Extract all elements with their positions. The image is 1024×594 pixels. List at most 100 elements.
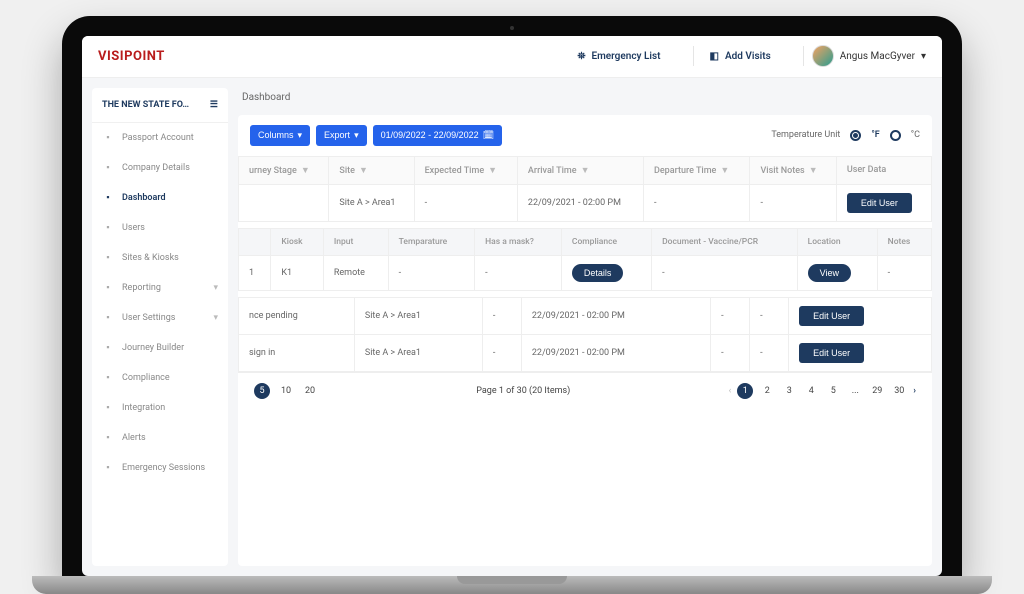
sub-col-header: Input bbox=[323, 228, 388, 255]
page-number[interactable]: 2 bbox=[759, 383, 775, 399]
prev-page-icon[interactable]: ‹ bbox=[729, 386, 732, 396]
cell-action: Edit User bbox=[836, 184, 931, 221]
sidebar-item-compliance[interactable]: ▪Compliance bbox=[92, 363, 228, 393]
details-button[interactable]: Details bbox=[572, 264, 624, 282]
cell-arrival: 22/09/2021 - 02:00 PM bbox=[521, 334, 710, 371]
cell-departure: - bbox=[711, 297, 750, 334]
export-button[interactable]: Export ▾ bbox=[316, 125, 367, 146]
integration-icon: ▪ bbox=[102, 402, 114, 414]
sidebar-item-integration[interactable]: ▪Integration bbox=[92, 393, 228, 423]
user-menu[interactable]: Angus MacGyver ▾ bbox=[812, 45, 926, 67]
bell-icon: ▪ bbox=[102, 432, 114, 444]
col-header[interactable]: Arrival Time▼ bbox=[517, 156, 643, 184]
page-number[interactable]: 1 bbox=[737, 383, 753, 399]
page-size-option[interactable]: 20 bbox=[302, 383, 318, 399]
divider bbox=[803, 46, 804, 66]
chevron-down-icon: ▾ bbox=[213, 283, 218, 293]
cell-input: Remote bbox=[323, 255, 388, 290]
sidebar-item-label: User Settings bbox=[122, 313, 175, 323]
date-range-button[interactable]: 01/09/2022 - 22/09/2022 🗓 bbox=[373, 125, 503, 146]
sub-col-header: Location bbox=[797, 228, 877, 255]
compliance-icon: ▪ bbox=[102, 372, 114, 384]
site-icon: ▪ bbox=[102, 252, 114, 264]
sub-col-header: Has a mask? bbox=[475, 228, 562, 255]
cell-mask: - bbox=[475, 255, 562, 290]
report-icon: ▪ bbox=[102, 282, 114, 294]
sidebar-item-sites-kiosks[interactable]: ▪Sites & Kiosks bbox=[92, 243, 228, 273]
cell-doc: - bbox=[652, 255, 798, 290]
cell-notes: - bbox=[750, 334, 789, 371]
home-icon: ▪ bbox=[102, 192, 114, 204]
radio-c[interactable] bbox=[890, 130, 901, 141]
sidebar-item-users[interactable]: ▪Users bbox=[92, 213, 228, 243]
sidebar-item-label: Journey Builder bbox=[122, 343, 184, 353]
header-label: Site bbox=[339, 166, 355, 176]
add-visits-label: Add Visits bbox=[725, 51, 771, 62]
temp-unit-label: Temperature Unit bbox=[771, 130, 840, 140]
sidebar-item-reporting[interactable]: ▪ Reporting ▾ bbox=[92, 273, 228, 303]
col-header[interactable]: Expected Time▼ bbox=[414, 156, 517, 184]
view-button[interactable]: View bbox=[808, 264, 851, 282]
edit-user-button[interactable]: Edit User bbox=[799, 306, 864, 326]
page-size-option[interactable]: 5 bbox=[254, 383, 270, 399]
divider bbox=[693, 46, 694, 66]
sidebar-item-alerts[interactable]: ▪Alerts bbox=[92, 423, 228, 453]
table-row: Site A > Area1-22/09/2021 - 02:00 PM--Ed… bbox=[239, 184, 932, 221]
col-header[interactable]: Site▼ bbox=[329, 156, 414, 184]
page-size-option[interactable]: 10 bbox=[278, 383, 294, 399]
badge-icon: ▪ bbox=[102, 132, 114, 144]
edit-user-button[interactable]: Edit User bbox=[799, 343, 864, 363]
sidebar-item-emergency-sessions[interactable]: ▪Emergency Sessions bbox=[92, 453, 228, 483]
sidebar-item-label: Emergency Sessions bbox=[122, 463, 205, 473]
page-number[interactable]: 5 bbox=[825, 383, 841, 399]
filter-icon: ▼ bbox=[301, 165, 310, 176]
hamburger-icon: ☰ bbox=[210, 100, 218, 110]
filter-icon: ▼ bbox=[720, 165, 729, 176]
user-name: Angus MacGyver bbox=[840, 51, 915, 62]
page-title: Dashboard bbox=[238, 88, 932, 115]
header-label: Departure Time bbox=[654, 166, 716, 176]
sidebar-item-journey-builder[interactable]: ▪Journey Builder bbox=[92, 333, 228, 363]
header-label: User Data bbox=[847, 165, 886, 175]
cell-departure: - bbox=[711, 334, 750, 371]
pagination: 51020 Page 1 of 30 (20 Items) ‹ 12345...… bbox=[238, 372, 932, 409]
table-row: nce pendingSite A > Area1-22/09/2021 - 0… bbox=[239, 297, 932, 334]
settings-icon: ▪ bbox=[102, 312, 114, 324]
sidebar-item-label: Reporting bbox=[122, 283, 161, 293]
sidebar-item-user-settings[interactable]: ▪User Settings▾ bbox=[92, 303, 228, 333]
edit-user-button[interactable]: Edit User bbox=[847, 193, 912, 213]
filter-icon: ▼ bbox=[488, 165, 497, 176]
emergency-list-label: Emergency List bbox=[591, 51, 660, 62]
detail-table: KioskInputTemparatureHas a mask?Complian… bbox=[238, 228, 932, 291]
cell-site: Site A > Area1 bbox=[354, 297, 482, 334]
cell-departure: - bbox=[643, 184, 749, 221]
sidebar-item-label: Company Details bbox=[122, 163, 190, 173]
cell-expected: - bbox=[482, 334, 521, 371]
pagination-summary: Page 1 of 30 (20 Items) bbox=[328, 386, 719, 396]
page-number[interactable]: 4 bbox=[803, 383, 819, 399]
emergency-list-link[interactable]: ⛯ Emergency List bbox=[569, 47, 668, 66]
radio-f[interactable] bbox=[850, 130, 861, 141]
add-visits-link[interactable]: ◧ Add Visits bbox=[702, 47, 779, 66]
sidebar-item-passport-account[interactable]: ▪Passport Account bbox=[92, 123, 228, 153]
sidebar-org-picker[interactable]: THE NEW STATE FO… ☰ bbox=[92, 88, 228, 123]
header-label: Visit Notes bbox=[760, 166, 804, 176]
page-number[interactable]: 29 bbox=[869, 383, 885, 399]
col-header[interactable]: urney Stage ▼ bbox=[239, 156, 329, 184]
cell-compliance: Details bbox=[561, 255, 651, 290]
next-page-icon[interactable]: › bbox=[913, 386, 916, 396]
sidebar: THE NEW STATE FO… ☰ ▪Passport Account▪Co… bbox=[92, 88, 228, 566]
columns-button[interactable]: Columns ▾ bbox=[250, 125, 310, 146]
alert-icon: ⛯ bbox=[577, 51, 585, 62]
cell-notes: - bbox=[877, 255, 931, 290]
col-header[interactable]: Departure Time ▼ bbox=[643, 156, 749, 184]
header-label: urney Stage bbox=[249, 166, 297, 176]
visits-table: urney Stage▼Site▼Expected Time▼Arrival T… bbox=[238, 156, 932, 222]
page-number[interactable]: 30 bbox=[891, 383, 907, 399]
sidebar-item-company-details[interactable]: ▪Company Details bbox=[92, 153, 228, 183]
sidebar-item-dashboard[interactable]: ▪Dashboard bbox=[92, 183, 228, 213]
page-number[interactable]: 3 bbox=[781, 383, 797, 399]
cell-idx: 1 bbox=[239, 255, 271, 290]
col-header[interactable]: Visit Notes▼ bbox=[750, 156, 836, 184]
brand-logo: VISIPOINT bbox=[98, 49, 165, 64]
